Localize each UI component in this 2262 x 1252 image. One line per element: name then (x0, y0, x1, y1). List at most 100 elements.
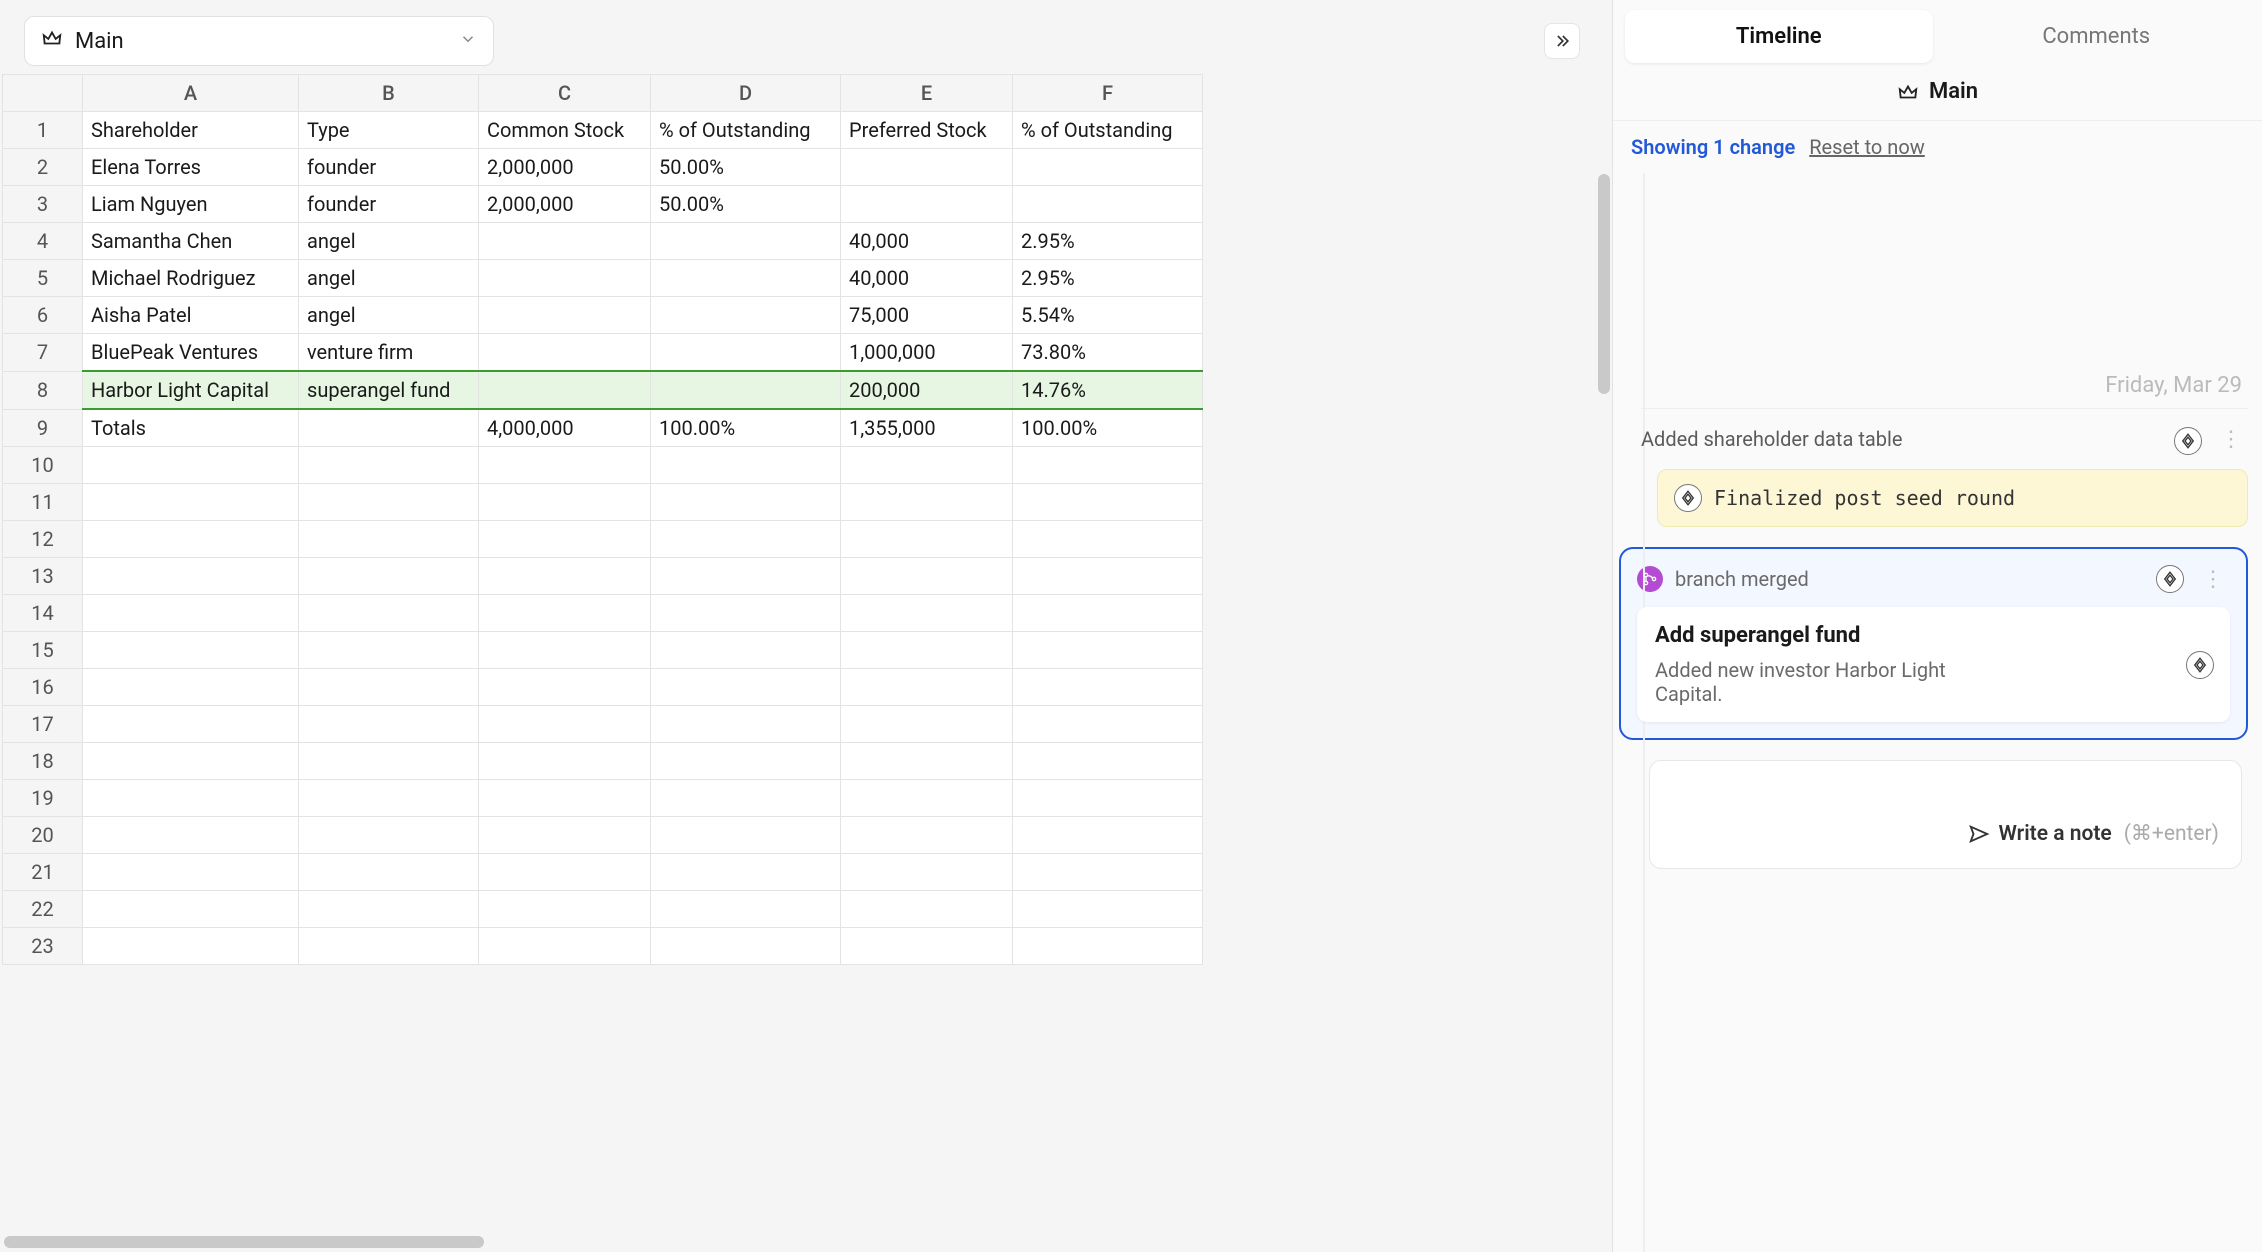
row-header[interactable]: 5 (3, 260, 83, 297)
cell[interactable] (479, 706, 651, 743)
cell[interactable] (299, 595, 479, 632)
cell[interactable] (299, 521, 479, 558)
timeline-note[interactable]: Finalized post seed round (1657, 469, 2248, 527)
cell[interactable]: 75,000 (841, 297, 1013, 334)
cell[interactable] (1013, 558, 1203, 595)
cell[interactable] (83, 632, 299, 669)
cell[interactable] (479, 891, 651, 928)
cell[interactable]: Elena Torres (83, 149, 299, 186)
cell[interactable]: Harbor Light Capital (83, 371, 299, 409)
column-header[interactable]: A (83, 75, 299, 112)
cell[interactable] (651, 891, 841, 928)
row-header[interactable]: 8 (3, 371, 83, 409)
cell[interactable]: angel (299, 260, 479, 297)
cell[interactable] (299, 447, 479, 484)
cell[interactable] (651, 632, 841, 669)
filter-reset[interactable]: Reset to now (1809, 135, 1925, 159)
cell[interactable] (299, 484, 479, 521)
cell[interactable] (1013, 817, 1203, 854)
cell[interactable] (479, 928, 651, 965)
row-header[interactable]: 21 (3, 854, 83, 891)
cell[interactable] (299, 558, 479, 595)
cell[interactable] (479, 854, 651, 891)
cell[interactable] (1013, 484, 1203, 521)
more-icon[interactable]: ⋮ (2196, 567, 2230, 592)
cell[interactable]: Type (299, 112, 479, 149)
cell[interactable] (299, 743, 479, 780)
cell[interactable] (841, 928, 1013, 965)
cell[interactable] (841, 484, 1013, 521)
cell[interactable] (651, 297, 841, 334)
more-icon[interactable]: ⋮ (2214, 427, 2248, 452)
cell[interactable]: Samantha Chen (83, 223, 299, 260)
tab-timeline[interactable]: Timeline (1625, 10, 1933, 63)
cell[interactable] (651, 223, 841, 260)
cell[interactable]: 2,000,000 (479, 149, 651, 186)
cell[interactable] (841, 447, 1013, 484)
cell[interactable] (1013, 149, 1203, 186)
cell[interactable] (83, 780, 299, 817)
cell[interactable] (1013, 521, 1203, 558)
filter-showing[interactable]: Showing 1 change (1631, 135, 1795, 159)
cell[interactable] (479, 780, 651, 817)
cell[interactable] (479, 334, 651, 372)
cell[interactable] (479, 371, 651, 409)
cell[interactable]: Preferred Stock (841, 112, 1013, 149)
cell[interactable]: 1,355,000 (841, 409, 1013, 447)
cell[interactable] (83, 743, 299, 780)
cell[interactable]: venture firm (299, 334, 479, 372)
cell[interactable] (83, 854, 299, 891)
cell[interactable] (651, 669, 841, 706)
row-header[interactable]: 2 (3, 149, 83, 186)
cell[interactable] (479, 669, 651, 706)
cell[interactable]: % of Outstanding (1013, 112, 1203, 149)
cell[interactable] (299, 928, 479, 965)
row-header[interactable]: 18 (3, 743, 83, 780)
row-header[interactable]: 19 (3, 780, 83, 817)
cell[interactable] (479, 632, 651, 669)
spreadsheet[interactable]: ABCDEF1ShareholderTypeCommon Stock% of O… (0, 74, 1612, 1252)
row-header[interactable]: 3 (3, 186, 83, 223)
vertical-scrollbar[interactable] (1598, 174, 1610, 394)
cell[interactable]: 4,000,000 (479, 409, 651, 447)
cell[interactable]: 100.00% (651, 409, 841, 447)
row-header[interactable]: 10 (3, 447, 83, 484)
column-header[interactable]: F (1013, 75, 1203, 112)
cell[interactable] (83, 891, 299, 928)
cell[interactable] (651, 484, 841, 521)
cell[interactable] (651, 706, 841, 743)
row-header[interactable]: 4 (3, 223, 83, 260)
row-header[interactable]: 13 (3, 558, 83, 595)
cell[interactable] (841, 780, 1013, 817)
cell[interactable] (1013, 669, 1203, 706)
cell[interactable]: Liam Nguyen (83, 186, 299, 223)
cell[interactable] (479, 595, 651, 632)
row-header[interactable]: 15 (3, 632, 83, 669)
cell[interactable] (841, 706, 1013, 743)
row-header[interactable]: 14 (3, 595, 83, 632)
column-header[interactable]: C (479, 75, 651, 112)
cell[interactable] (651, 595, 841, 632)
cell[interactable] (1013, 854, 1203, 891)
column-header[interactable]: D (651, 75, 841, 112)
tab-comments[interactable]: Comments (1943, 10, 2251, 63)
cell[interactable] (1013, 186, 1203, 223)
cell[interactable] (651, 371, 841, 409)
row-header[interactable]: 20 (3, 817, 83, 854)
cell[interactable]: Michael Rodriguez (83, 260, 299, 297)
cell[interactable]: 100.00% (1013, 409, 1203, 447)
cell[interactable]: 40,000 (841, 260, 1013, 297)
cell[interactable] (299, 854, 479, 891)
cell[interactable]: 2.95% (1013, 260, 1203, 297)
row-header[interactable]: 22 (3, 891, 83, 928)
cell[interactable] (479, 297, 651, 334)
cell[interactable] (651, 854, 841, 891)
cell[interactable]: founder (299, 149, 479, 186)
cell[interactable] (651, 928, 841, 965)
cell[interactable] (479, 558, 651, 595)
cell[interactable]: 14.76% (1013, 371, 1203, 409)
cell[interactable] (299, 706, 479, 743)
cell[interactable]: 5.54% (1013, 297, 1203, 334)
cell[interactable] (299, 632, 479, 669)
cell[interactable] (479, 260, 651, 297)
